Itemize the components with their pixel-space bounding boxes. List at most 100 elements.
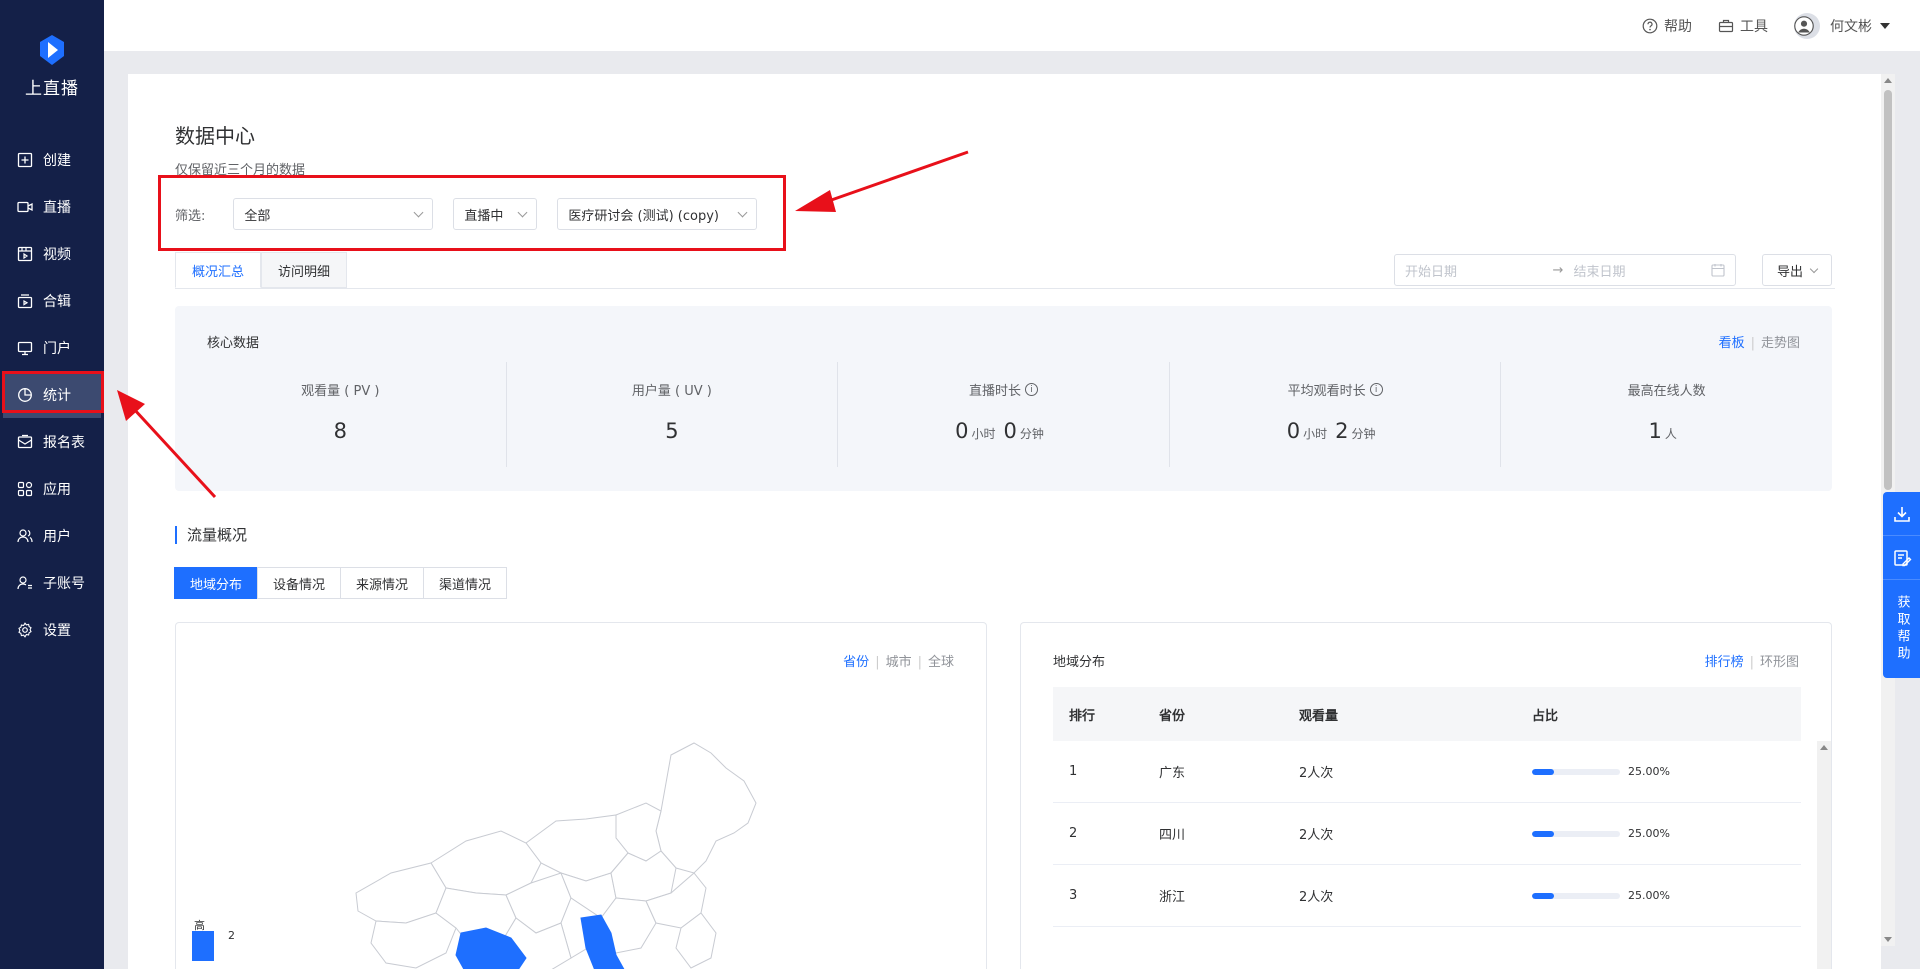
tab-summary[interactable]: 概况汇总 [175, 252, 262, 288]
get-help-button[interactable]: 获取帮助 [1883, 580, 1920, 678]
view-trend-link[interactable]: 走势图 [1761, 336, 1800, 351]
table-header: 排行 省份 观看量 占比 [1053, 687, 1801, 741]
table-row[interactable]: 3 浙江 2人次 25.00% [1053, 865, 1801, 927]
get-help-label: 获取帮助 [1894, 595, 1910, 663]
divider: | [875, 655, 880, 670]
legend-gradient[interactable] [192, 931, 214, 961]
stat-label: 观看量 ( PV ) [175, 380, 506, 399]
col-percent: 占比 [1532, 708, 1559, 724]
sidebar-item-apps[interactable]: 应用 [0, 465, 104, 512]
sidebar-item-portal[interactable]: 门户 [0, 324, 104, 371]
chevron-down-icon [1809, 264, 1819, 273]
minutes-value: 2 [1335, 419, 1349, 443]
download-button[interactable] [1883, 492, 1920, 536]
map-province-link[interactable]: 省份 [843, 655, 869, 670]
map-city-link[interactable]: 城市 [886, 655, 912, 670]
sidebar-item-live[interactable]: 直播 [0, 183, 104, 230]
map-global-link[interactable]: 全球 [928, 655, 954, 670]
app-name: 上直播 [25, 79, 79, 99]
core-data-title: 核心数据 [207, 336, 260, 351]
video-camera-icon [17, 199, 33, 215]
tools-label: 工具 [1740, 18, 1768, 35]
china-map[interactable] [316, 723, 786, 969]
sidebar-item-users[interactable]: 用户 [0, 512, 104, 559]
download-icon [1893, 506, 1910, 522]
peak-value: 1 [1648, 419, 1662, 443]
view-ring-link[interactable]: 环形图 [1760, 655, 1799, 670]
table-scrollbar[interactable] [1817, 741, 1831, 969]
feedback-button[interactable] [1883, 536, 1920, 580]
segment-device[interactable]: 设备情况 [257, 567, 342, 599]
stat-label: 平均观看时长 i [1170, 380, 1501, 399]
stat-peak-online: 最高在线人数 1人 [1501, 362, 1832, 467]
sidebar-item-create[interactable]: 创建 [0, 136, 104, 183]
cell-views: 2人次 [1299, 766, 1334, 781]
scrollbar-thumb[interactable] [1884, 90, 1892, 490]
export-label: 导出 [1776, 264, 1803, 280]
user-menu[interactable]: 何文彬 [1794, 12, 1890, 39]
minutes-unit: 分钟 [1019, 427, 1044, 441]
cell-rank: 2 [1069, 826, 1078, 841]
segment-region[interactable]: 地域分布 [174, 567, 259, 599]
scroll-down-icon[interactable] [1884, 937, 1892, 942]
username: 何文彬 [1830, 18, 1872, 35]
date-range-picker[interactable]: 开始日期 → 结束日期 [1394, 254, 1736, 286]
percent-bar-fill [1532, 830, 1554, 837]
stat-label-text: 直播时长 [968, 384, 1021, 399]
sidebar-item-video[interactable]: 视频 [0, 230, 104, 277]
table-row[interactable]: 1 广东 2人次 25.00% [1053, 741, 1801, 803]
cell-views: 2人次 [1299, 828, 1334, 843]
logo-icon [40, 35, 64, 65]
tab-visit-detail[interactable]: 访问明细 [261, 252, 348, 288]
start-date-input[interactable]: 开始日期 [1405, 261, 1543, 280]
percent-bar [1532, 830, 1620, 837]
sidebar-item-label: 用户 [43, 528, 71, 545]
percent-bar [1532, 892, 1620, 899]
sidebar-item-label: 合辑 [43, 293, 71, 310]
legend-value: 2 [228, 929, 235, 942]
core-view-switch: 看板 | 走势图 [1719, 332, 1800, 351]
stat-label-text: 观看量 ( PV ) [301, 384, 380, 399]
user-avatar-icon [1794, 15, 1814, 36]
page-title: 数据中心 [175, 124, 255, 148]
stat-label-text: 平均观看时长 [1287, 384, 1366, 399]
info-icon[interactable]: i [1024, 383, 1038, 396]
scroll-up-icon[interactable] [1820, 745, 1828, 750]
sidebar: 上直播 创建 直播 视频 合辑 门户 统计 报名表 应用 用户 子账号 设置 [0, 0, 104, 969]
cell-province: 四川 [1159, 828, 1186, 843]
sidebar-item-label: 子账号 [43, 575, 85, 592]
logo[interactable]: 上直播 [0, 34, 104, 99]
segment-source[interactable]: 来源情况 [340, 567, 425, 599]
tab-divider [175, 288, 1835, 289]
edit-document-icon [1893, 549, 1911, 566]
table-row[interactable]: 2 四川 2人次 25.00% [1053, 803, 1801, 865]
floating-toolbar: 获取帮助 [1883, 492, 1920, 678]
col-province: 省份 [1159, 708, 1186, 724]
stat-value: 0 小时 0 分钟 [838, 419, 1169, 443]
users-icon [17, 528, 33, 544]
percent-bar-fill [1532, 768, 1554, 775]
end-date-input[interactable]: 结束日期 [1573, 261, 1711, 280]
info-icon[interactable]: i [1369, 383, 1383, 396]
sidebar-item-label: 报名表 [43, 434, 85, 451]
stat-value: 0 小时 2 分钟 [1170, 419, 1501, 443]
ranking-card: 地域分布 排行榜 | 环形图 排行 省份 观看量 占比 1 广东 2人次 25.00… [1020, 622, 1832, 969]
view-rank-link[interactable]: 排行榜 [1705, 655, 1744, 670]
tools-link[interactable]: 工具 [1718, 16, 1768, 36]
minutes-value: 0 [1003, 419, 1017, 443]
sidebar-item-label: 设置 [43, 622, 71, 639]
avatar [1794, 12, 1820, 39]
sidebar-item-sub-account[interactable]: 子账号 [0, 559, 104, 606]
export-dropdown[interactable]: 导出 [1762, 254, 1832, 286]
segment-channel[interactable]: 渠道情况 [423, 567, 508, 599]
scroll-up-icon[interactable] [1884, 78, 1892, 83]
hours-unit: 小时 [971, 427, 996, 441]
view-board-link[interactable]: 看板 [1719, 336, 1745, 351]
cell-province: 广东 [1159, 766, 1186, 781]
divider: | [1749, 655, 1754, 670]
stat-live-duration: 直播时长 i 0 小时 0 分钟 [838, 362, 1170, 467]
sidebar-item-signup-form[interactable]: 报名表 [0, 418, 104, 465]
help-link[interactable]: 帮助 [1642, 16, 1692, 36]
sidebar-item-collection[interactable]: 合辑 [0, 277, 104, 324]
sidebar-item-settings[interactable]: 设置 [0, 606, 104, 653]
